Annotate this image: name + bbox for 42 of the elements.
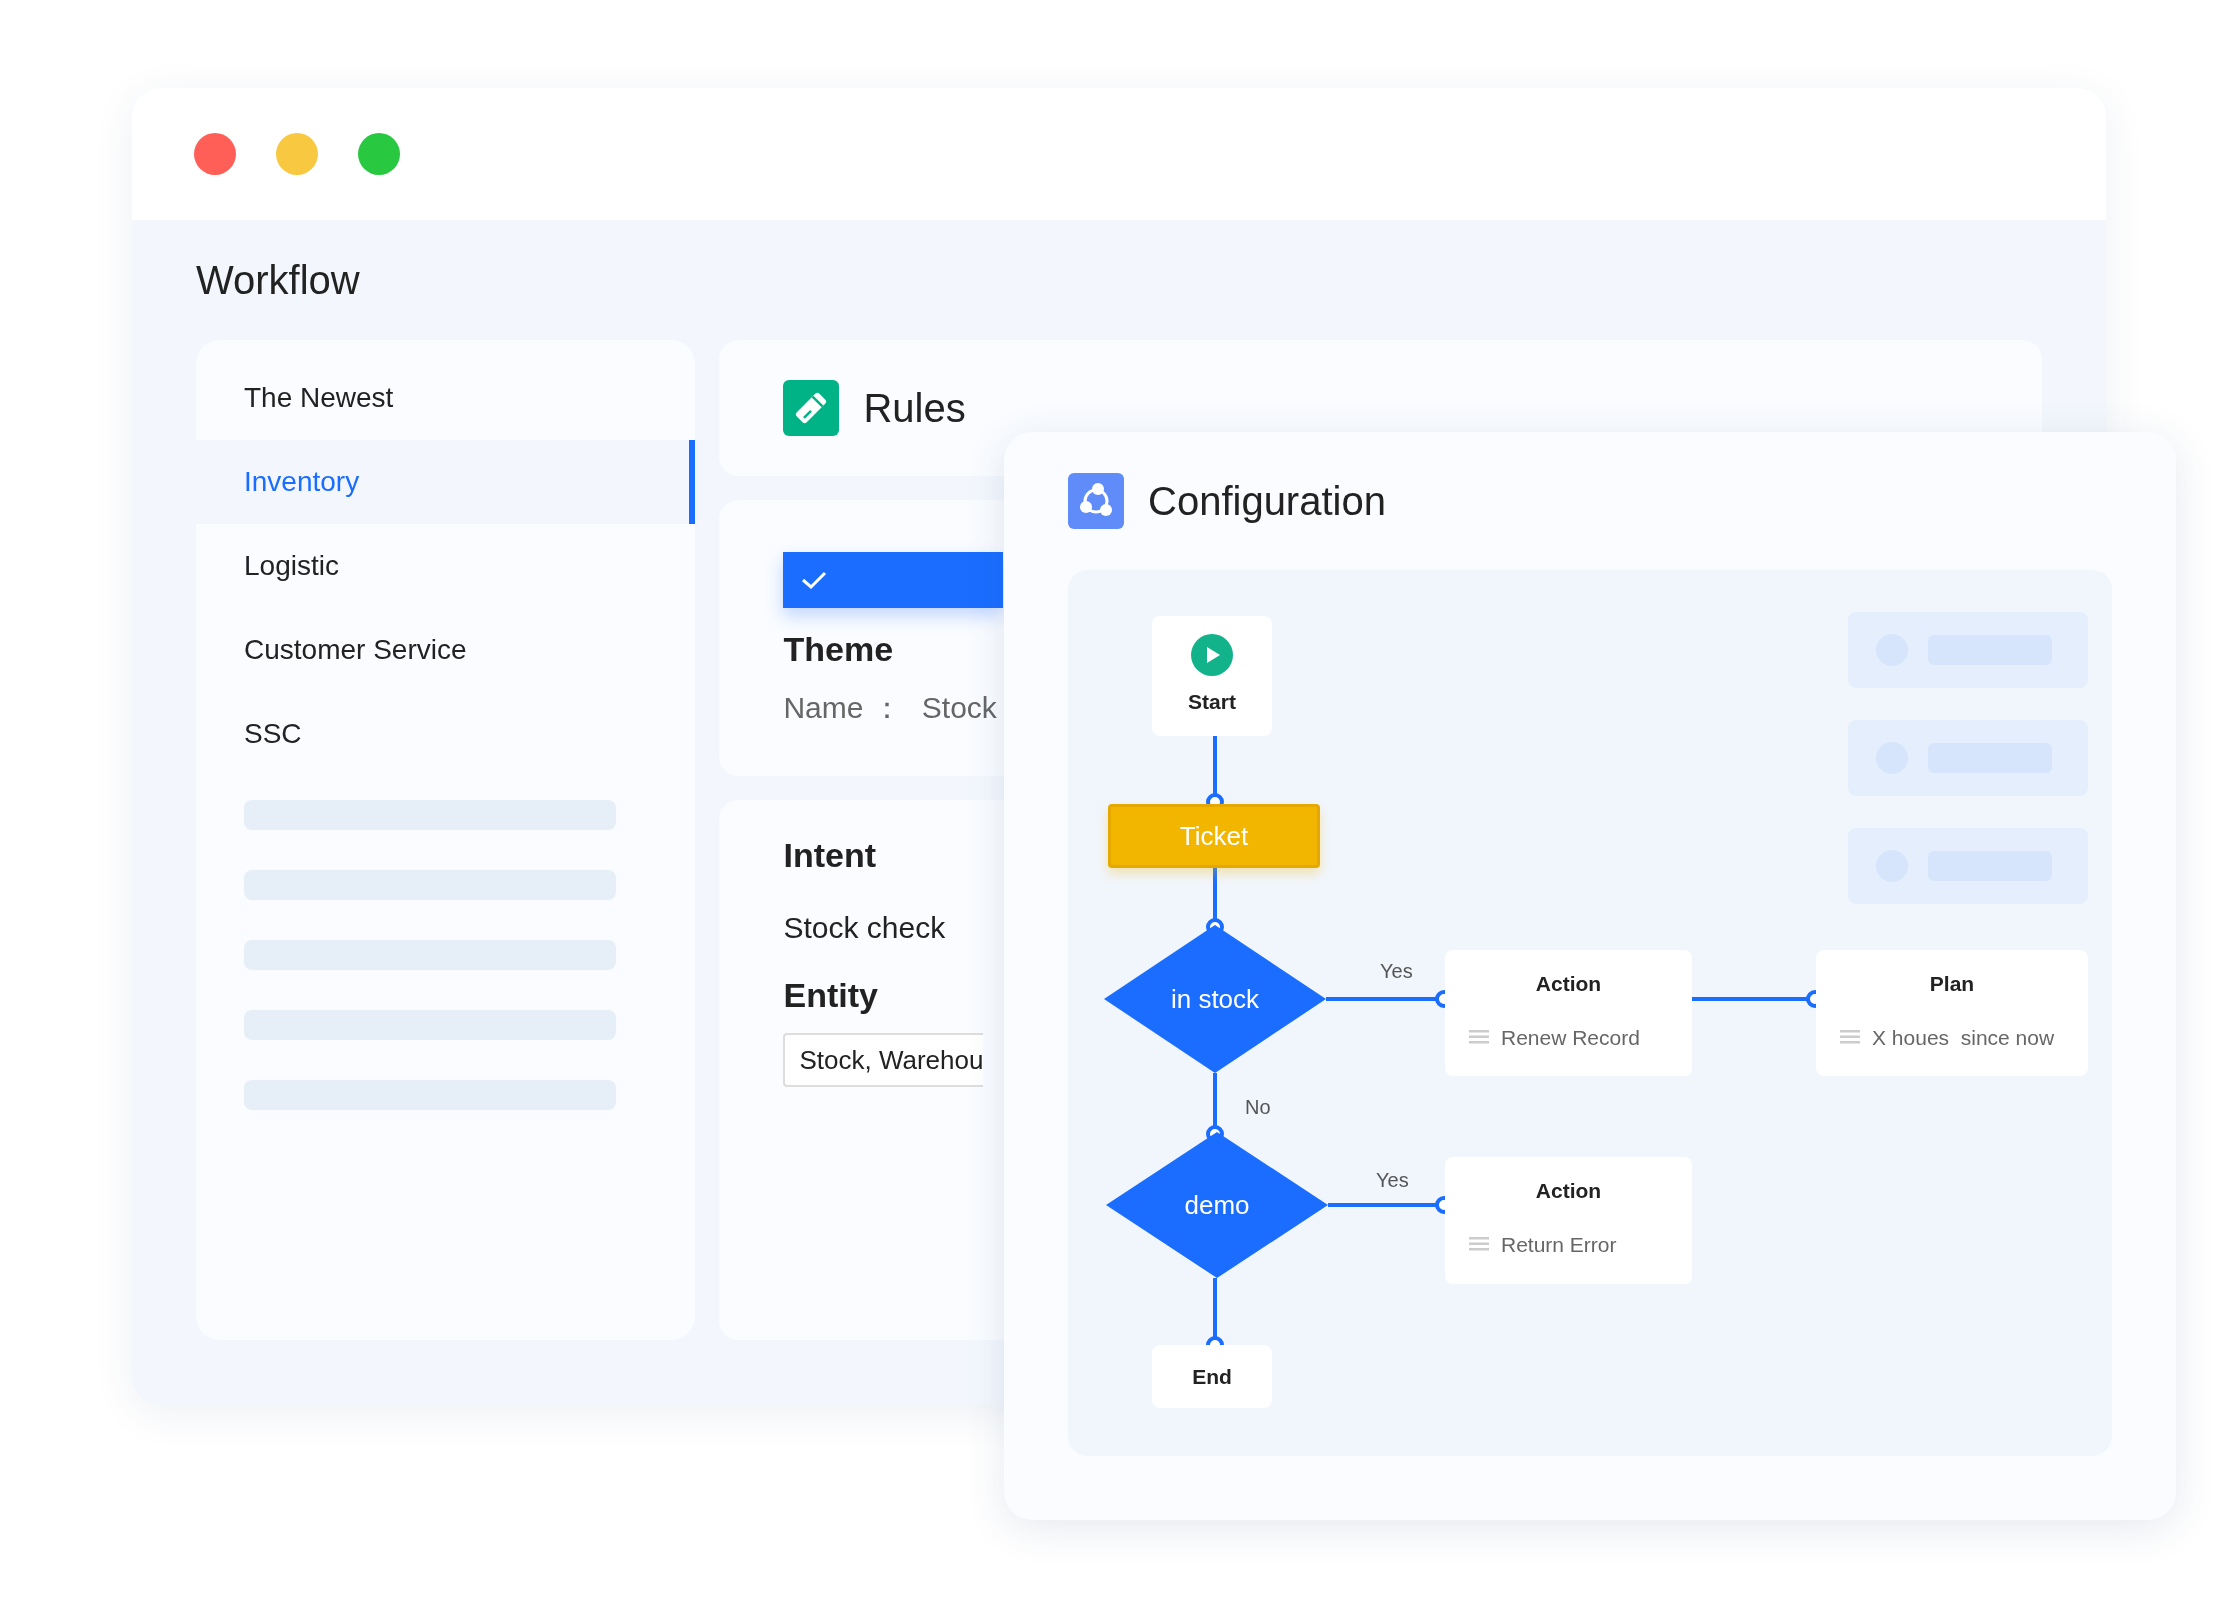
share-nodes-icon (1068, 473, 1124, 529)
play-icon (1191, 634, 1233, 677)
page-title: Workflow (196, 257, 361, 304)
entity-field[interactable]: Stock, Warehou (783, 1033, 984, 1087)
node-title: Plan (1929, 971, 1976, 997)
check-icon (801, 570, 828, 590)
decision-node[interactable]: demo (1106, 1132, 1328, 1278)
edge-label: No (1245, 1095, 1271, 1120)
name-label: Name ： (783, 690, 902, 726)
window-control-button[interactable] (358, 133, 400, 175)
name-value: Stock (921, 690, 997, 726)
sidebar-item[interactable]: Logistic (196, 524, 696, 608)
lines-icon (1469, 1237, 1489, 1252)
sidebar-item[interactable]: The Newest (196, 356, 696, 440)
lines-icon (1840, 1030, 1860, 1045)
window-control-button[interactable] (276, 133, 318, 175)
action-node[interactable]: Action Renew Record (1445, 950, 1692, 1076)
sidebar-item[interactable]: Inventory (196, 440, 696, 524)
node-detail: Return Error (1501, 1231, 1617, 1258)
pencil-icon (783, 380, 840, 436)
intent-title: Intent (783, 835, 876, 876)
lines-icon (1469, 1030, 1489, 1045)
sidebar-item[interactable]: SSC (196, 692, 696, 776)
rules-title: Rules (863, 385, 966, 432)
intent-value: Stock check (783, 910, 946, 946)
node-title: Action (1535, 1178, 1603, 1204)
entity-title: Entity (783, 975, 878, 1016)
action-node[interactable]: Action Return Error (1445, 1157, 1692, 1284)
decision-node[interactable]: in stock (1104, 925, 1326, 1073)
end-node[interactable]: End (1152, 1345, 1272, 1408)
edge-label: Yes (1380, 959, 1413, 984)
node-detail: Renew Record (1501, 1024, 1640, 1051)
node-detail: X houes since now (1872, 1024, 2055, 1051)
node-label: Start (1188, 689, 1236, 716)
theme-title: Theme (783, 629, 894, 670)
action-node[interactable]: Plan X houes since now (1816, 950, 2088, 1076)
node-title: Action (1535, 971, 1603, 997)
window-control-button[interactable] (194, 133, 236, 175)
edge-label: Yes (1376, 1168, 1409, 1193)
configuration-title: Configuration (1148, 478, 1386, 525)
sidebar-item[interactable]: Customer Service (196, 608, 696, 692)
start-node[interactable]: Start (1152, 616, 1272, 736)
